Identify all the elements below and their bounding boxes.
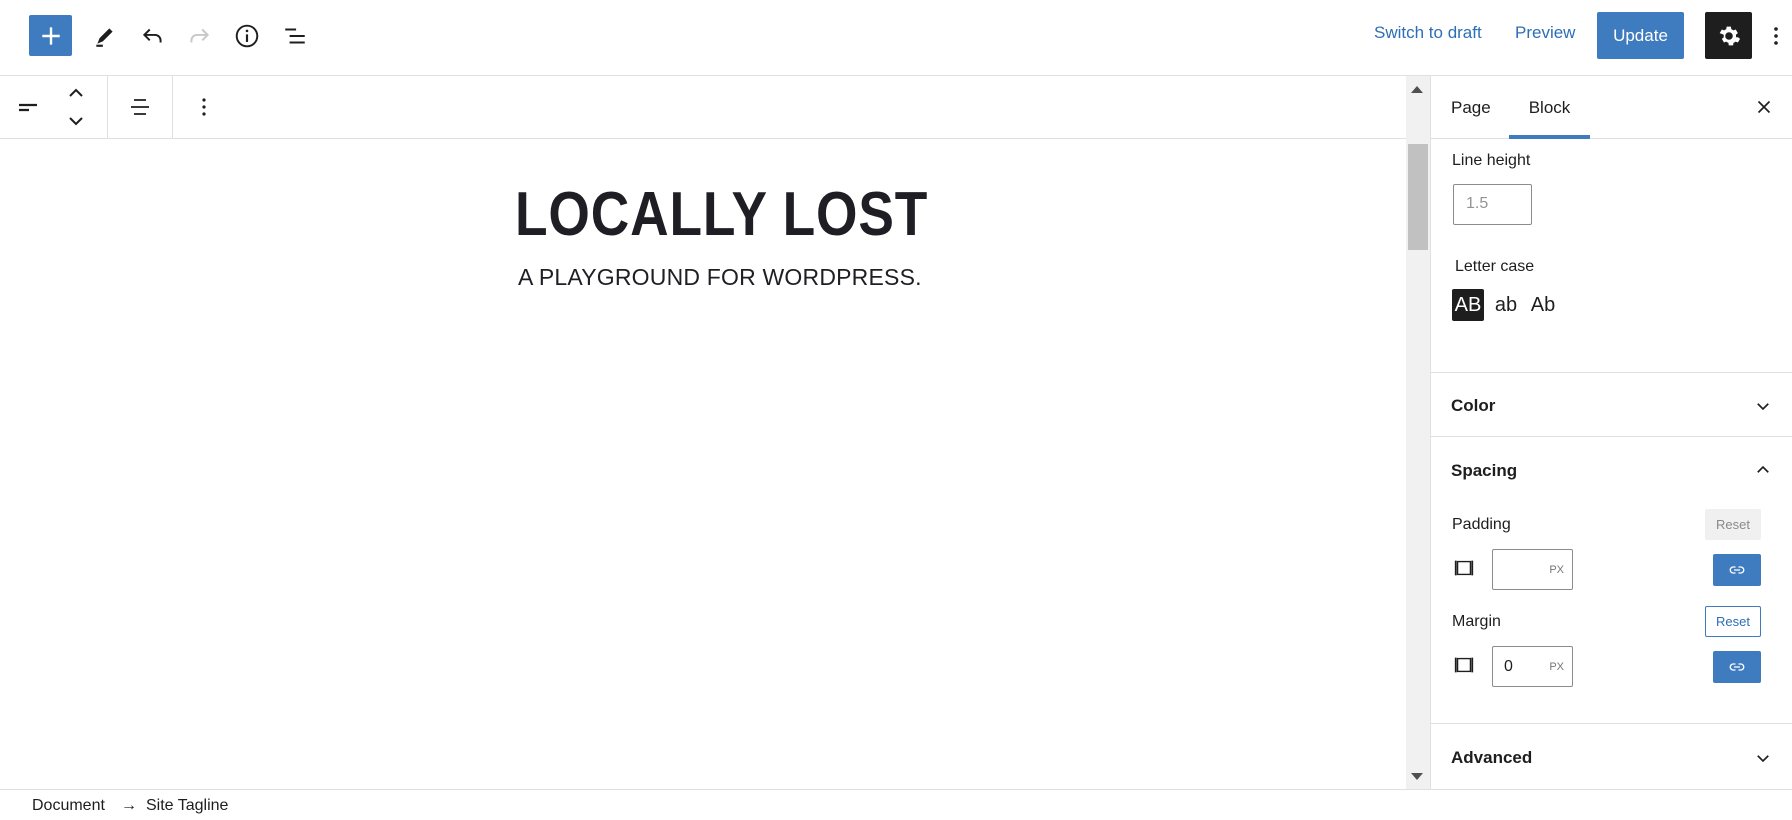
update-button[interactable]: Update [1597,12,1684,59]
sidebar-tabs: Page Block [1431,76,1792,139]
margin-input[interactable]: 0 PX [1492,646,1573,687]
letter-case-uppercase-button[interactable]: AB [1452,289,1484,321]
list-view-icon [285,28,305,44]
align-group [125,76,155,138]
breadcrumb-site-tagline[interactable]: Site Tagline [146,797,228,815]
margin-reset-button[interactable]: Reset [1705,606,1761,637]
box-sides-icon [1454,560,1474,576]
settings-sidebar: Page Block Line height 1.5 Letter case A… [1430,76,1792,789]
site-title[interactable]: LOCALLY LOST [515,179,928,250]
move-block-button[interactable] [56,76,96,138]
panel-divider [1431,372,1792,373]
block-type-group [12,76,96,138]
move-up-down-icon [69,88,83,126]
advanced-panel-toggle[interactable]: Advanced [1451,748,1532,768]
link-icon [1729,566,1745,574]
chevron-up-icon[interactable] [1754,461,1772,479]
padding-label: Padding [1452,516,1511,533]
redo-icon [190,28,210,43]
scroll-up-arrow[interactable] [1411,86,1423,93]
scroll-thumb[interactable] [1408,144,1428,250]
color-panel-toggle[interactable]: Color [1451,396,1495,416]
margin-unit: PX [1549,661,1564,673]
breadcrumb-separator: → [121,797,137,814]
redo-button[interactable] [177,14,221,58]
list-view-button[interactable] [273,14,317,58]
panel-divider [1431,436,1792,437]
padding-link-sides-button[interactable] [1713,554,1761,586]
undo-button[interactable] [131,14,175,58]
letter-case-label: Letter case [1455,258,1535,275]
more-group [192,76,216,138]
scroll-down-arrow[interactable] [1411,773,1423,780]
undo-icon [142,28,162,43]
info-icon [235,24,259,48]
padding-input[interactable]: PX [1492,549,1573,590]
canvas-scrollbar[interactable] [1406,76,1430,789]
editor-canvas: LOCALLY LOST A PLAYGROUND FOR WORDPRESS. [0,139,1406,789]
site-tagline-icon [19,103,37,112]
close-icon[interactable] [1753,96,1775,118]
details-button[interactable] [225,14,269,58]
margin-label: Margin [1452,613,1501,630]
padding-unit: PX [1549,564,1564,576]
link-icon [1729,663,1745,671]
settings-button[interactable] [1705,12,1752,59]
padding-reset-button[interactable]: Reset [1705,509,1761,540]
letter-case-capitalize-button[interactable]: Ab [1527,289,1559,321]
toolbar-divider [172,76,173,139]
tab-page[interactable]: Page [1451,76,1495,139]
align-center-icon [131,99,149,115]
chevron-down-icon[interactable] [1754,397,1772,415]
vertical-ellipsis-icon [1774,27,1778,45]
spacing-panel-toggle[interactable]: Spacing [1451,461,1517,481]
options-button[interactable] [1766,20,1786,52]
plus-icon [41,26,60,45]
block-toolbar [0,76,1406,139]
breadcrumb-document[interactable]: Document [32,797,105,815]
panel-divider [1431,723,1792,724]
margin-link-sides-button[interactable] [1713,651,1761,683]
editor-header: Switch to draft Preview Update [0,0,1792,76]
gear-icon [1719,26,1740,45]
block-options-button[interactable] [192,87,216,127]
toolbar-divider [107,76,108,139]
line-height-input[interactable]: 1.5 [1453,184,1532,225]
block-type-button[interactable] [12,87,46,127]
pencil-icon [96,28,113,47]
box-sides-icon [1454,657,1474,673]
add-block-button[interactable] [29,15,72,56]
preview-button[interactable]: Preview [1515,23,1575,43]
vertical-ellipsis-icon [202,98,206,116]
align-button[interactable] [125,87,155,127]
margin-value: 0 [1504,658,1513,675]
tools-button[interactable] [83,14,127,58]
switch-to-draft-button[interactable]: Switch to draft [1374,23,1482,43]
tab-block[interactable]: Block [1509,76,1590,139]
block-breadcrumb: Document → Site Tagline [0,789,1792,820]
site-tagline[interactable]: A PLAYGROUND FOR WORDPRESS. [518,264,922,291]
letter-case-lowercase-button[interactable]: ab [1491,289,1521,321]
chevron-down-icon[interactable] [1754,749,1772,767]
line-height-label: Line height [1452,152,1531,169]
